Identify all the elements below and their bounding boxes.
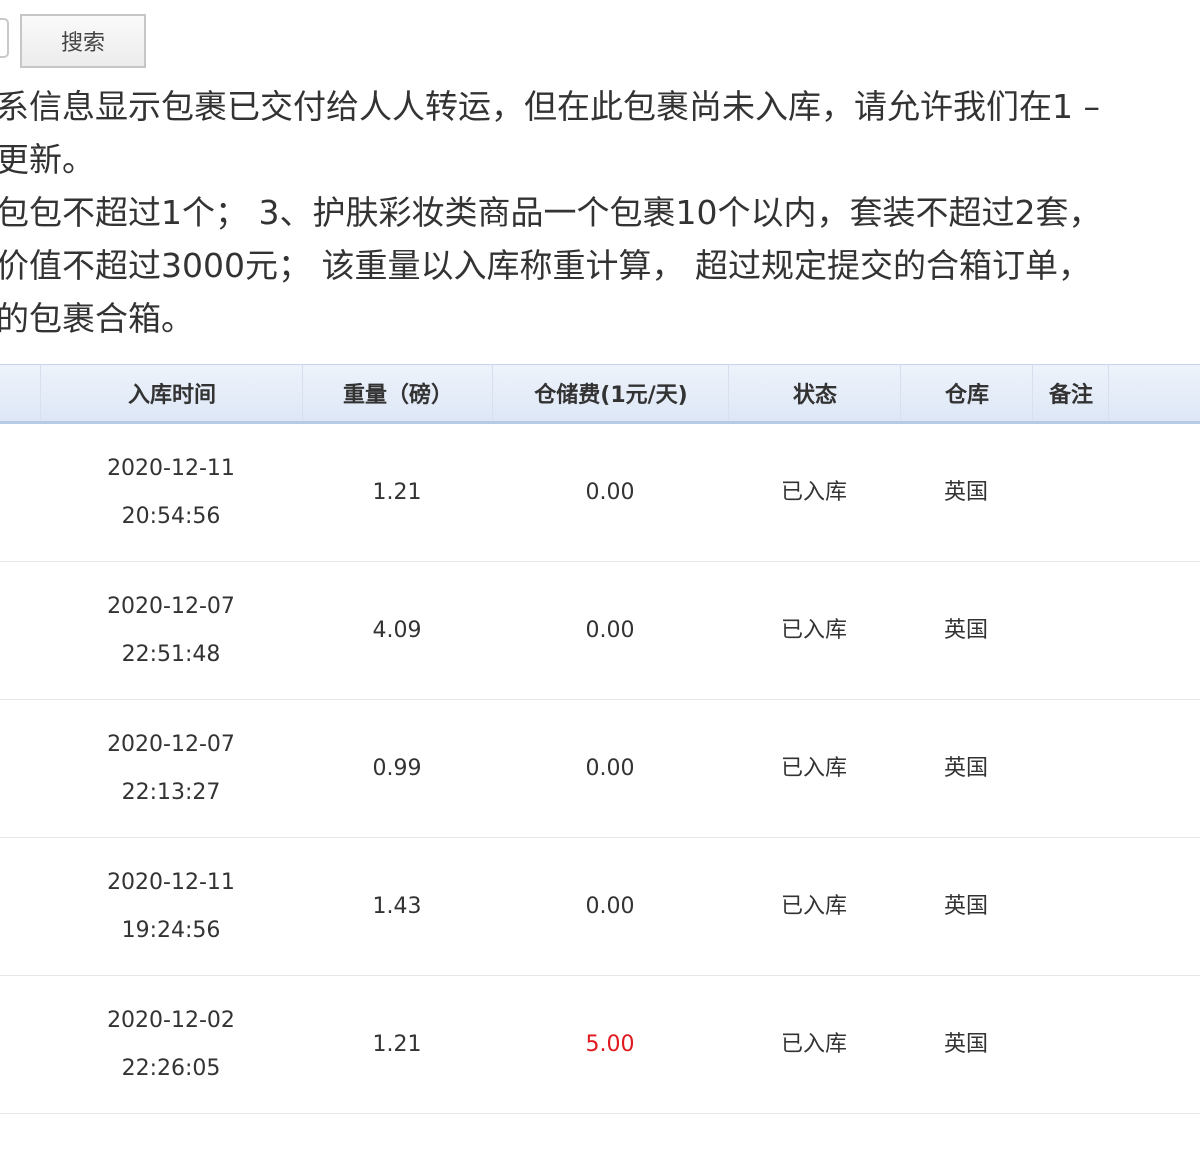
cell-note — [1032, 976, 1108, 1113]
cell-fee: 5.00 — [492, 976, 728, 1113]
table-row: 2020-12-07 22:13:27 0.99 0.00 已入库 英国 — [0, 700, 1200, 838]
cell-status: 已入库 — [780, 1031, 847, 1057]
cell-clock: 22:51:48 — [121, 641, 221, 667]
cell-warehouse: 英国 — [943, 617, 988, 643]
cell-note — [1032, 562, 1108, 699]
cell-date: 2020-12-11 — [107, 869, 235, 895]
table-row: 2020-12-11 19:24:56 1.43 0.00 已入库 英国 — [0, 838, 1200, 976]
cell-status: 已入库 — [780, 755, 847, 781]
search-bar: 搜索 — [0, 14, 160, 68]
cell-fee: 0.00 — [585, 893, 635, 919]
notice-line: 价值不超过3000元； 该重量以入库称重计算， 超过规定提交的合箱订单， — [0, 246, 1091, 285]
header-cell-lead — [0, 365, 40, 421]
table-row: 2020-12-11 20:54:56 1.21 0.00 已入库 英国 — [0, 424, 1200, 562]
header-fee: 仓储费(1元/天) — [492, 365, 729, 421]
cell-clock: 20:54:56 — [121, 503, 221, 529]
cell-time: 2020-12-11 19:24:56 — [40, 838, 302, 975]
header-note: 备注 — [1032, 365, 1109, 421]
header-warehouse: 仓库 — [900, 365, 1033, 421]
cell-date: 2020-12-02 — [107, 1007, 235, 1033]
table-body: 2020-12-11 20:54:56 1.21 0.00 已入库 英国 202… — [0, 424, 1200, 1114]
cell-time: 2020-12-11 20:54:56 — [40, 424, 302, 561]
cell-fee: 0.00 — [585, 479, 635, 505]
cell-note — [1032, 700, 1108, 837]
cell-warehouse: 英国 — [943, 479, 988, 505]
header-cell-extra — [1108, 365, 1200, 421]
cell-status: 已入库 — [780, 617, 847, 643]
cell-fee: 0.00 — [585, 617, 635, 643]
cell-time: 2020-12-02 22:26:05 — [40, 976, 302, 1113]
cell-status: 已入库 — [780, 893, 847, 919]
header-weight: 重量（磅） — [302, 365, 493, 421]
cell-fee: 0.00 — [585, 755, 635, 781]
cell-weight: 4.09 — [372, 617, 422, 643]
cell-clock: 19:24:56 — [121, 917, 221, 943]
fee-highlight: 5.00 — [585, 1031, 635, 1057]
cell-date: 2020-12-07 — [107, 731, 235, 757]
cell-weight: 1.21 — [372, 1031, 422, 1057]
table-row: 2020-12-07 22:51:48 4.09 0.00 已入库 英国 — [0, 562, 1200, 700]
cell-clock: 22:26:05 — [121, 1055, 221, 1081]
cell-note — [1032, 424, 1108, 561]
table-header: 入库时间 重量（磅） 仓储费(1元/天) 状态 仓库 备注 — [0, 364, 1200, 424]
notice-line: 系信息显示包裹已交付给人人转运，但在此包裹尚未入库，请允许我们在1 – — [0, 87, 1100, 126]
cell-warehouse: 英国 — [943, 893, 988, 919]
cell-weight: 1.43 — [372, 893, 422, 919]
cell-clock: 22:13:27 — [121, 779, 221, 805]
cell-time: 2020-12-07 22:13:27 — [40, 700, 302, 837]
notice-text: 系信息显示包裹已交付给人人转运，但在此包裹尚未入库，请允许我们在1 – 更新。 … — [0, 80, 1200, 345]
cell-note — [1032, 838, 1108, 975]
notice-line: 更新。 — [0, 140, 95, 179]
search-button[interactable]: 搜索 — [20, 14, 146, 68]
package-table: 入库时间 重量（磅） 仓储费(1元/天) 状态 仓库 备注 2020-12-11… — [0, 364, 1200, 1114]
notice-line: 包包不超过1个； 3、护肤彩妆类商品一个包裹10个以内，套装不超过2套， — [0, 193, 1102, 232]
header-time: 入库时间 — [40, 365, 303, 421]
table-row: 2020-12-02 22:26:05 1.21 5.00 已入库 英国 — [0, 976, 1200, 1114]
cell-weight: 1.21 — [372, 479, 422, 505]
cell-status: 已入库 — [780, 479, 847, 505]
search-input[interactable] — [0, 18, 9, 58]
header-status: 状态 — [728, 365, 901, 421]
cell-time: 2020-12-07 22:51:48 — [40, 562, 302, 699]
cell-warehouse: 英国 — [943, 1031, 988, 1057]
cell-date: 2020-12-11 — [107, 455, 235, 481]
cell-warehouse: 英国 — [943, 755, 988, 781]
cell-weight: 0.99 — [372, 755, 422, 781]
cell-date: 2020-12-07 — [107, 593, 235, 619]
notice-line: 的包裹合箱。 — [0, 299, 194, 338]
